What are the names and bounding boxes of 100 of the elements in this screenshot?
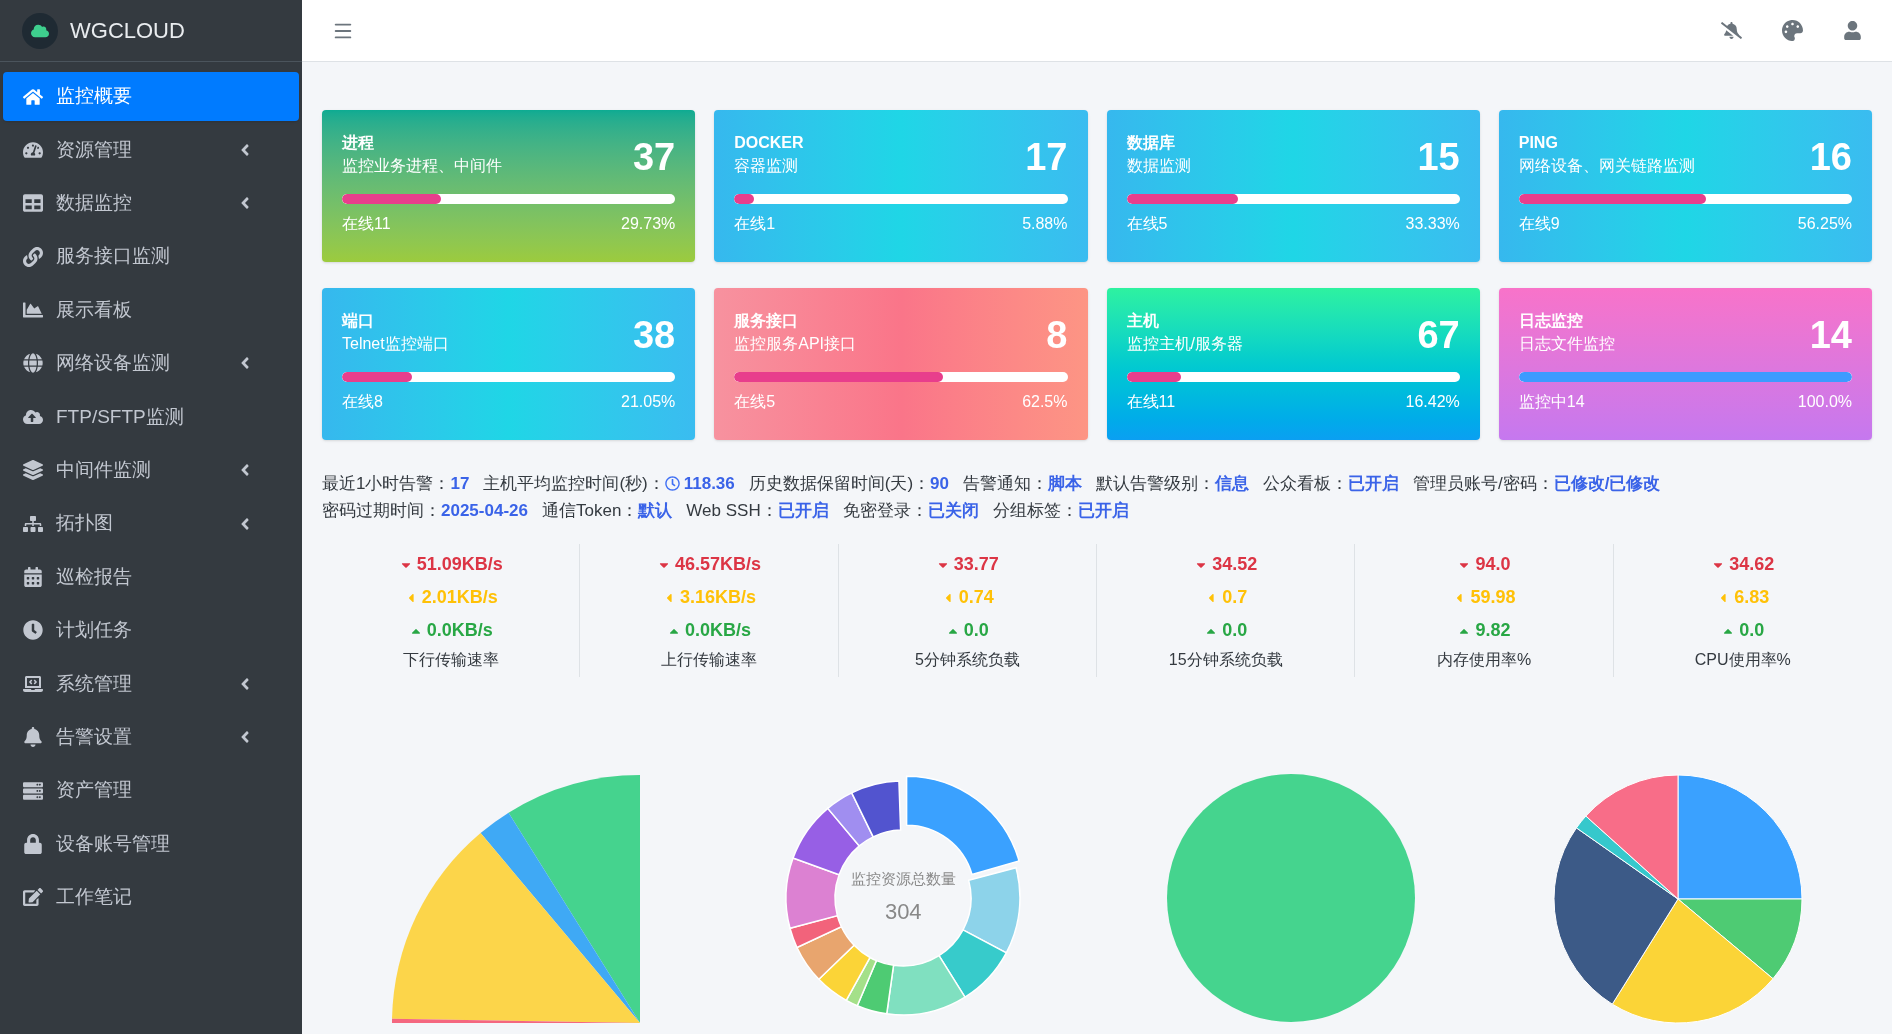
online-count: 在线11 bbox=[342, 214, 391, 234]
bell-icon bbox=[23, 727, 43, 748]
min-value: 0.0KB/s bbox=[684, 619, 751, 642]
card-count: 15 bbox=[1417, 135, 1460, 180]
online-count: 在线1 bbox=[734, 214, 776, 234]
palette-icon[interactable] bbox=[1782, 20, 1803, 41]
card-count: 17 bbox=[1025, 135, 1068, 180]
avg-value: 59.98 bbox=[1470, 586, 1516, 609]
card-subtitle: 网络设备、网关链路监测 bbox=[1518, 156, 1695, 176]
sidebar-item[interactable]: 展示看板 bbox=[3, 285, 299, 335]
home-icon bbox=[23, 86, 43, 107]
sidebar-item[interactable]: 数据监控 bbox=[3, 178, 299, 228]
sidebar-item[interactable]: 巡检报告 bbox=[3, 552, 299, 602]
online-percent: 100.0% bbox=[1797, 392, 1852, 412]
online-count: 在线11 bbox=[1126, 392, 1176, 412]
card-subtitle: 数据监测 bbox=[1126, 156, 1191, 176]
laptop-icon bbox=[23, 673, 43, 694]
app-title: WGCLOUD bbox=[70, 17, 185, 45]
info-label: 主机平均监控时间(秒)： bbox=[483, 473, 665, 495]
edit-icon bbox=[23, 887, 43, 908]
stat-label: 5分钟系统负载 bbox=[914, 650, 1020, 670]
sidebar-item[interactable]: 拓扑图 bbox=[3, 499, 299, 549]
online-percent: 29.73% bbox=[621, 214, 676, 234]
info-label: 默认告警级别： bbox=[1096, 473, 1216, 495]
max-value: 33.77 bbox=[953, 553, 999, 576]
avg-value: 3.16KB/s bbox=[679, 586, 756, 609]
sidebar-item[interactable]: 网络设备监测 bbox=[3, 338, 299, 388]
info-label: 历史数据保留时间(天)： bbox=[748, 473, 931, 495]
online-count: 在线9 bbox=[1518, 214, 1560, 234]
max-value: 34.52 bbox=[1212, 553, 1258, 576]
server-icon bbox=[23, 780, 43, 801]
info-value: 信息 bbox=[1215, 473, 1250, 495]
card-title: 端口 bbox=[342, 311, 375, 331]
info-value: 2025-04-26 bbox=[441, 500, 528, 522]
info-label: 免密登录： bbox=[842, 500, 928, 522]
avg-value: 0.7 bbox=[1222, 586, 1248, 609]
sidebar-item[interactable]: 设备账号管理 bbox=[3, 819, 299, 869]
sidebar-item[interactable]: 系统管理 bbox=[3, 659, 299, 709]
min-value: 0.0 bbox=[963, 619, 989, 642]
sidebar-item[interactable]: 计划任务 bbox=[3, 605, 299, 655]
info-value: 已开启 bbox=[1077, 500, 1129, 522]
info-value: 已关闭 bbox=[927, 500, 979, 522]
max-value: 34.62 bbox=[1729, 553, 1775, 576]
card-count: 8 bbox=[1046, 313, 1068, 358]
donut-title: 监控资源总数量 bbox=[850, 869, 956, 890]
lock-icon bbox=[23, 833, 43, 854]
sidebar-item[interactable]: 工作笔记 bbox=[3, 872, 299, 922]
online-count: 在线5 bbox=[734, 392, 776, 412]
sidebar-item[interactable]: 告警设置 bbox=[3, 712, 299, 762]
calendar-icon bbox=[23, 567, 43, 587]
link-icon bbox=[23, 246, 43, 267]
sidebar-item[interactable]: FTP/SFTP监测 bbox=[3, 392, 299, 442]
online-count: 在线8 bbox=[342, 392, 383, 412]
online-percent: 16.42% bbox=[1405, 392, 1460, 412]
sidebar-item[interactable]: 资源管理 bbox=[3, 125, 299, 175]
stat-label: CPU使用率% bbox=[1694, 650, 1791, 670]
donut-slice bbox=[851, 780, 902, 838]
donut-slice bbox=[938, 929, 1008, 998]
info-value: 已开启 bbox=[777, 500, 829, 522]
sidebar-item[interactable]: 监控概要 bbox=[3, 72, 299, 121]
card-title: 主机 bbox=[1126, 311, 1160, 331]
clock-icon bbox=[23, 620, 43, 641]
card-count: 37 bbox=[632, 135, 676, 180]
card-count: 67 bbox=[1417, 313, 1460, 358]
min-value: 0.0 bbox=[1739, 619, 1765, 642]
min-value: 0.0KB/s bbox=[426, 619, 493, 642]
stat-label: 内存使用率% bbox=[1436, 650, 1532, 670]
info-label: 管理员账号/密码： bbox=[1413, 473, 1554, 495]
min-value: 9.82 bbox=[1475, 619, 1511, 642]
card-title: DOCKER bbox=[734, 133, 804, 153]
sidebar-item[interactable]: 中间件监测 bbox=[3, 445, 299, 495]
sitemap-icon bbox=[23, 513, 43, 534]
info-label: 公众看板： bbox=[1263, 473, 1349, 495]
max-value: 46.57KB/s bbox=[674, 553, 761, 576]
card-title: 日志监控 bbox=[1518, 311, 1584, 331]
layers-icon bbox=[23, 460, 43, 481]
sidebar-item[interactable]: 服务接口监测 bbox=[3, 232, 299, 282]
info-label: Web SSH： bbox=[686, 500, 778, 522]
avg-value: 2.01KB/s bbox=[421, 586, 498, 609]
sidebar-item[interactable]: 资产管理 bbox=[3, 766, 299, 816]
stat-label: 15分钟系统负载 bbox=[1168, 650, 1283, 670]
info-label: 密码过期时间： bbox=[322, 500, 441, 522]
min-value: 0.0 bbox=[1222, 619, 1248, 642]
avg-value: 0.74 bbox=[958, 586, 994, 609]
online-percent: 33.33% bbox=[1405, 214, 1460, 234]
online-percent: 5.88% bbox=[1022, 214, 1068, 234]
online-count: 监控中14 bbox=[1518, 392, 1585, 412]
max-value: 51.09KB/s bbox=[416, 553, 503, 576]
bell-slash-icon[interactable] bbox=[1721, 20, 1742, 41]
online-percent: 21.05% bbox=[621, 392, 676, 412]
online-count: 在线5 bbox=[1126, 214, 1168, 234]
card-subtitle: 日志文件监控 bbox=[1518, 334, 1615, 354]
max-value: 94.0 bbox=[1475, 553, 1511, 576]
stat-label: 下行传输速率 bbox=[402, 650, 499, 670]
card-count: 38 bbox=[632, 313, 676, 358]
card-title: 服务接口 bbox=[734, 311, 800, 331]
user-icon[interactable] bbox=[1843, 21, 1862, 40]
info-value: 17 bbox=[450, 473, 470, 495]
logo-icon bbox=[22, 12, 58, 49]
card-subtitle: 容器监测 bbox=[734, 156, 800, 176]
